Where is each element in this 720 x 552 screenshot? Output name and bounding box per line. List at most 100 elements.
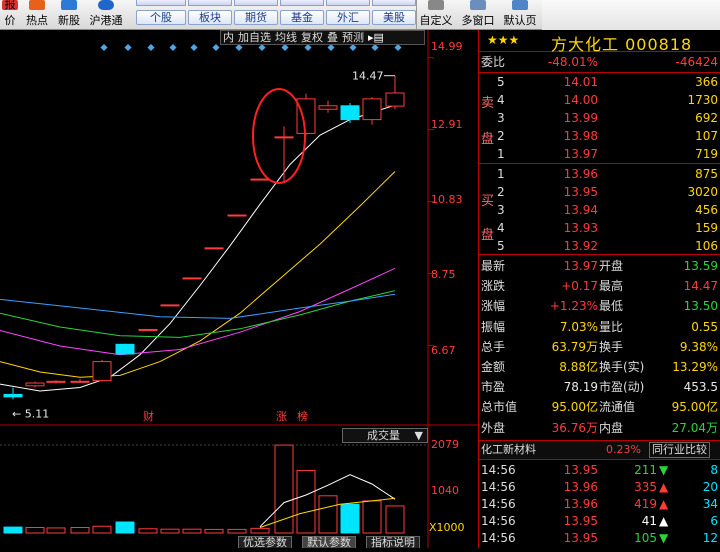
industry-compare-button[interactable]: 同行业比较 — [649, 442, 710, 458]
sell-level-row[interactable]: 2 13.98 107 — [479, 127, 720, 145]
low-price-label: ← 5.11 — [12, 407, 49, 420]
tick-row: 14:56 13.96 335 ▲ 20 — [479, 478, 720, 496]
quote-tool[interactable]: 报价 — [0, 0, 20, 30]
stat-value: 95.00亿 — [551, 400, 598, 415]
arrow-menu-icon[interactable]: ▸▤ — [366, 31, 386, 44]
chart-tool-add-watchlist[interactable]: 加自选 — [236, 31, 273, 44]
candle-body — [250, 178, 270, 181]
stock-name: 方大化工 — [551, 35, 620, 54]
tab-default-params[interactable]: 默认参数 — [302, 536, 356, 549]
hk-connect-tool-label: 沪港通 — [89, 14, 123, 27]
stat-value: +0.17 — [561, 279, 598, 294]
market-button-top-1 — [136, 0, 186, 6]
price-tick-5: 6.67 — [431, 344, 456, 357]
candle-body — [296, 98, 316, 134]
volume-bar — [115, 521, 135, 534]
sell-level-volume: 107 — [695, 129, 718, 143]
chart-tool-ma[interactable]: 均线 — [273, 31, 299, 44]
stat-label: 外盘 — [481, 420, 506, 435]
candle-body — [227, 214, 247, 217]
buy-level-volume: 875 — [695, 167, 718, 181]
stat-value: 78.19 — [563, 380, 598, 395]
chart-tool-overlay[interactable]: 叠 — [325, 31, 340, 44]
volume-bar — [138, 528, 158, 534]
stat-label: 开盘 — [599, 259, 624, 273]
quote-panel: ★★★ 方大化工 000818 委比 -48.01% -46424 卖 盘 买 … — [478, 30, 720, 548]
stat-label: 最高 — [599, 279, 624, 294]
tick-time: 14:56 — [481, 531, 516, 545]
buy-level-volume: 106 — [695, 239, 718, 253]
market-tab-funds[interactable]: 基金 — [280, 10, 324, 25]
buy-level-row[interactable]: 5 13.92 106 — [479, 237, 720, 255]
chart-tool-predict[interactable]: 预测 — [340, 31, 366, 44]
sell-level-row[interactable]: 1 13.97 719 — [479, 145, 720, 163]
market-tab-us-stocks[interactable]: 美股 — [372, 10, 416, 25]
stat-value: 13.29% — [672, 360, 718, 374]
chart-tool-adjust[interactable]: 复权 — [299, 31, 325, 44]
tab-indicator-help[interactable]: 指标说明 — [366, 536, 420, 549]
industry-change: 0.23% — [606, 443, 641, 456]
chart-tool-inner[interactable]: 内 — [221, 31, 236, 44]
price-tick-3: 10.83 — [431, 193, 463, 206]
tick-row: 14:56 13.95 105 ▼ 12 — [479, 529, 720, 547]
flame-icon — [29, 0, 45, 10]
sell-level-row[interactable]: 3 13.99 692 — [479, 109, 720, 127]
stat-label: 换手 — [599, 339, 624, 354]
sell-level-row[interactable]: 4 14.00 1730 — [479, 91, 720, 109]
volume-bar — [92, 525, 112, 534]
stat-value: +1.23% — [549, 299, 598, 314]
buy-level-price: 13.96 — [563, 167, 598, 181]
multi-window-tool[interactable]: 多窗口 — [458, 0, 498, 30]
arrow-down-icon: ▼ — [659, 531, 669, 545]
chevron-down-icon: ▼ — [414, 429, 423, 442]
volume-bar — [46, 527, 66, 534]
arrow-up-icon: ▲ — [659, 514, 669, 528]
tick-volume: 41 — [641, 514, 657, 528]
kline-chart[interactable]: 14.47 ← 5.11 财 涨榜 — [0, 30, 478, 548]
sell-level-row[interactable]: 5 14.01 366 — [479, 73, 720, 91]
customize-tool[interactable]: 自定义 — [418, 0, 454, 30]
buy-level-volume: 159 — [695, 221, 718, 235]
market-tab-sectors[interactable]: 板块 — [188, 10, 232, 25]
volume-indicator-label: 成交量 — [367, 429, 400, 442]
volume-bar — [318, 495, 338, 534]
stat-label: 涨跌 — [481, 279, 506, 294]
buy-level-row[interactable]: 4 13.93 159 — [479, 219, 720, 237]
market-tab-futures[interactable]: 期货 — [234, 10, 278, 25]
new-stock-tool-label: 新股 — [58, 14, 80, 27]
candle-body — [138, 328, 158, 331]
stat-value: 8.88亿 — [559, 360, 598, 374]
stat-value: 36.76万 — [551, 420, 598, 435]
sell-level-num: 4 — [497, 93, 505, 107]
volume-indicator-select[interactable]: 成交量 ▼ — [342, 428, 428, 443]
multi-window-icon — [470, 0, 486, 10]
sell-level-num: 3 — [497, 111, 505, 125]
hk-connect-tool[interactable]: 沪港通 — [86, 0, 126, 30]
industry-name: 化工新材料 — [481, 443, 536, 456]
market-tab-forex[interactable]: 外汇 — [326, 10, 370, 25]
candle-body — [92, 361, 112, 382]
stat-value: 453.5 — [683, 380, 718, 395]
default-page-tool[interactable]: 默认页 — [500, 0, 540, 30]
buy-level-volume: 3020 — [687, 185, 718, 199]
candle-body — [318, 105, 338, 110]
sell-level-price: 13.98 — [563, 129, 598, 143]
hotspot-tool[interactable]: 热点 — [22, 0, 52, 30]
market-tab-stocks[interactable]: 个股 — [136, 10, 186, 25]
market-button-top-2 — [188, 0, 232, 6]
volume-bar — [160, 528, 180, 534]
kline-chart-area: 14.47 ← 5.11 财 涨榜 — [0, 30, 478, 548]
quote-tool-label: 报价 — [4, 0, 16, 27]
market-button-top-6 — [372, 0, 416, 6]
tab-preferred-params[interactable]: 优选参数 — [238, 536, 292, 549]
stat-value: 7.03% — [559, 319, 598, 334]
indicator-tabs: 优选参数 默认参数 指标说明 — [228, 536, 478, 549]
buy-level-row[interactable]: 1 13.96 875 — [479, 165, 720, 183]
candle-body — [362, 98, 382, 121]
stat-value: 13.50 — [683, 299, 718, 314]
buy-level-row[interactable]: 3 13.94 456 — [479, 201, 720, 219]
new-stock-tool[interactable]: 新股 — [54, 0, 84, 30]
volume-bar — [3, 526, 23, 534]
event-marker-finance: 财 — [143, 409, 154, 423]
buy-level-row[interactable]: 2 13.95 3020 — [479, 183, 720, 201]
